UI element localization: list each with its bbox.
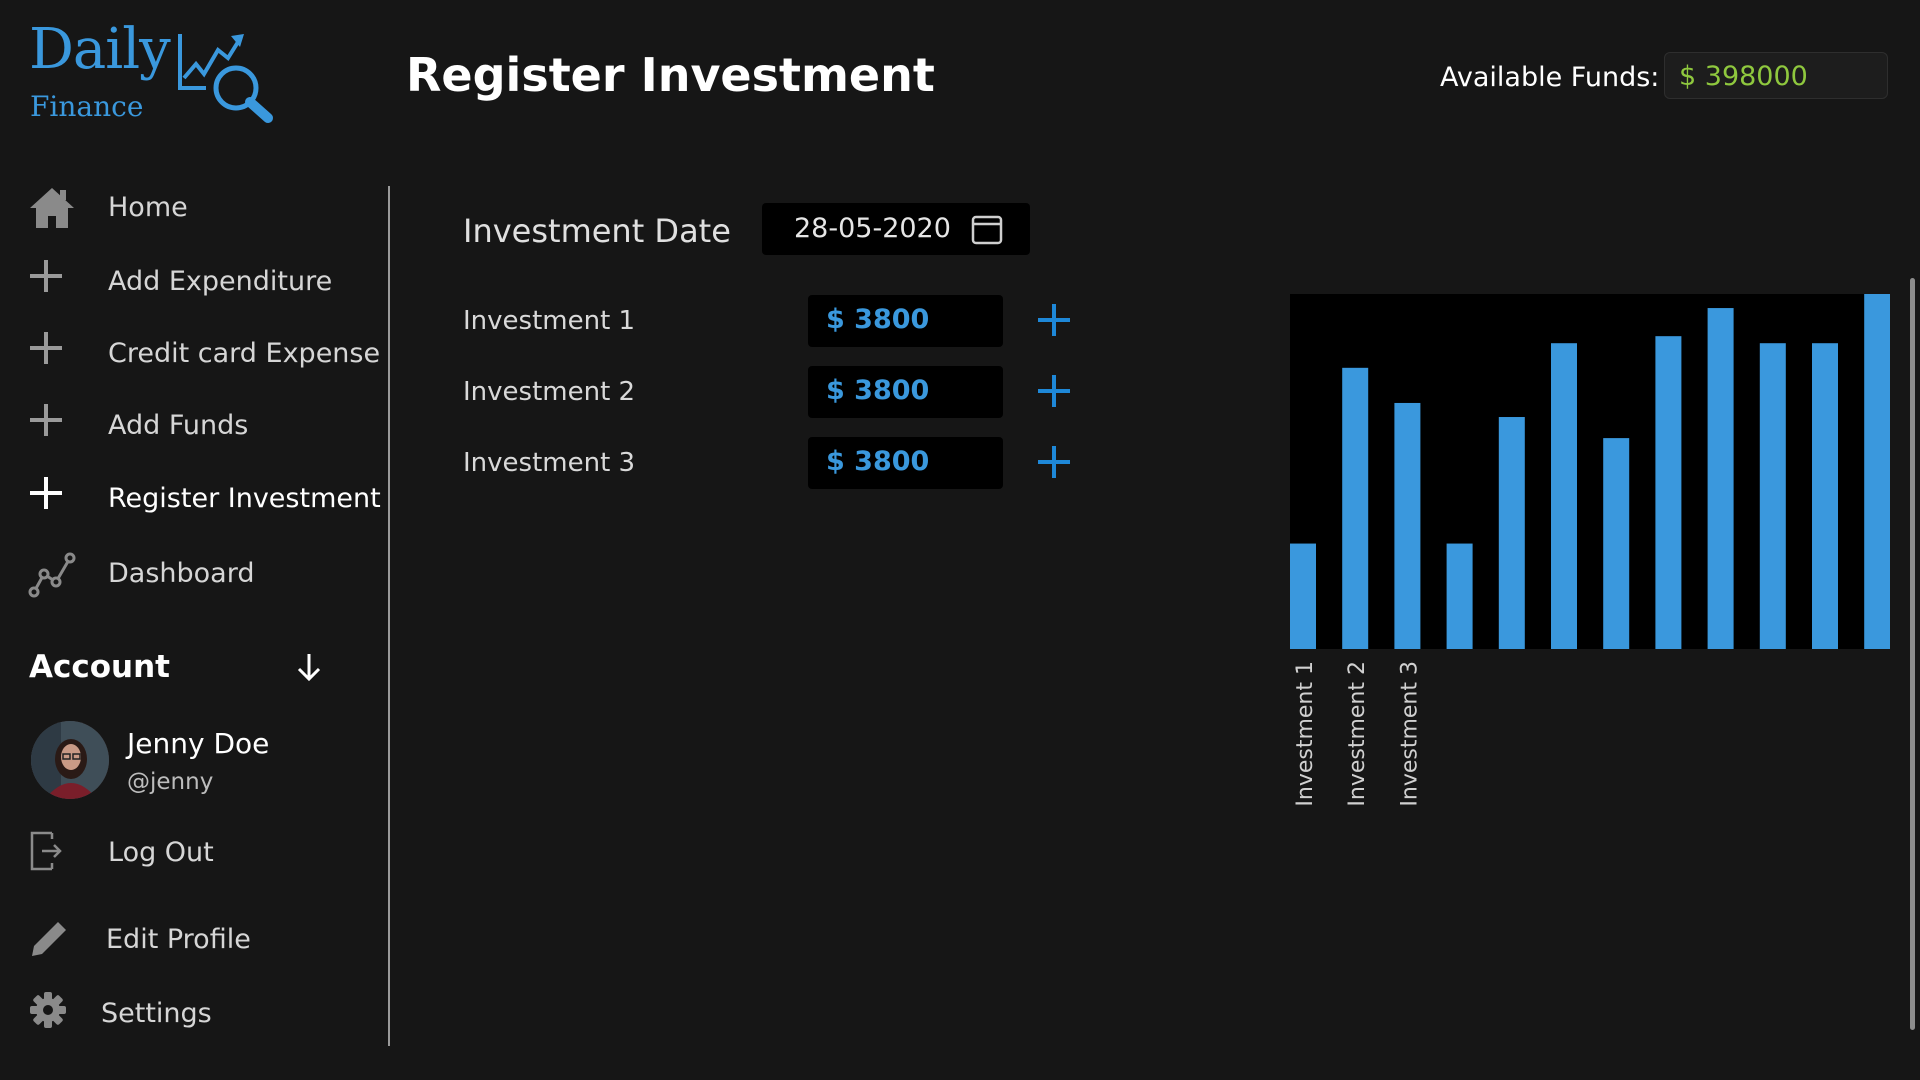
- sidebar-item-dashboard[interactable]: Dashboard: [28, 550, 388, 600]
- line-chart-icon: [28, 552, 76, 598]
- chart-bar: [1342, 367, 1369, 649]
- chart-bar: [1446, 543, 1473, 649]
- chart-tick-label: Investment 1: [1293, 661, 1318, 807]
- sidebar-item-credit-card-expense[interactable]: Credit card Expense: [28, 330, 388, 380]
- chart-plot-area: [1290, 294, 1890, 649]
- vertical-scrollbar[interactable]: [1910, 278, 1915, 1030]
- pencil-icon: [32, 922, 66, 956]
- investment-date-picker[interactable]: 28-05-2020: [762, 203, 1030, 255]
- logo-daily-text: Daily: [29, 17, 171, 82]
- investment-amount-value: $ 3800: [826, 375, 930, 406]
- plus-icon: [30, 260, 62, 292]
- sidebar-item-add-funds[interactable]: Add Funds: [28, 402, 388, 452]
- investment-date-label: Investment Date: [463, 212, 731, 250]
- logo-finance-text: Finance: [30, 90, 144, 123]
- edit-profile-label: Edit Profile: [106, 924, 251, 955]
- logout-label: Log Out: [108, 837, 214, 868]
- chart-bar: [1394, 402, 1421, 649]
- sidebar-item-label: Home: [108, 192, 188, 223]
- calendar-icon[interactable]: [970, 212, 1004, 246]
- logout-icon: [30, 831, 62, 871]
- investment-label: Investment 3: [463, 448, 636, 478]
- avatar[interactable]: [31, 721, 109, 799]
- chart-bar: [1498, 417, 1525, 649]
- plus-icon: [30, 332, 62, 364]
- investment-amount-field[interactable]: $ 3800: [808, 295, 1003, 347]
- chart-tick-label: Investment 3: [1397, 661, 1422, 807]
- user-handle: @jenny: [127, 769, 214, 795]
- investment-amount-value: $ 3800: [826, 446, 930, 477]
- sidebar-item-label: Dashboard: [108, 558, 255, 589]
- chart-tick-label: Investment 2: [1345, 661, 1370, 807]
- settings-label: Settings: [101, 998, 212, 1029]
- available-funds-display: $ 398000: [1664, 52, 1888, 99]
- investment-bar-chart: Investment 1 Investment 2 Investment 3: [1290, 294, 1890, 807]
- sidebar-divider: [388, 186, 390, 1046]
- chart-bar: [1290, 543, 1316, 649]
- logo-magnifier-chart-icon: [178, 34, 273, 123]
- add-investment-icon[interactable]: [1034, 371, 1074, 411]
- investment-amount-field[interactable]: $ 3800: [808, 437, 1003, 489]
- chart-bar: [1864, 294, 1890, 649]
- chart-bar: [1707, 308, 1734, 649]
- chart-bar: [1655, 336, 1682, 649]
- page-title: Register Investment: [406, 48, 935, 102]
- plus-icon: [30, 404, 62, 436]
- home-icon: [30, 188, 74, 228]
- add-investment-icon[interactable]: [1034, 442, 1074, 482]
- chart-bar: [1759, 343, 1786, 649]
- plus-icon: [30, 477, 62, 509]
- chart-bar: [1812, 343, 1838, 649]
- investment-amount-value: $ 3800: [826, 304, 930, 335]
- sidebar-item-register-investment[interactable]: Register Investment: [28, 475, 388, 525]
- avatar-image: [31, 721, 109, 799]
- sidebar-item-label: Add Expenditure: [108, 266, 333, 297]
- investment-date-value: 28-05-2020: [794, 213, 951, 244]
- sidebar-item-label: Register Investment: [108, 483, 381, 514]
- available-funds-value: $ 398000: [1679, 61, 1808, 92]
- sidebar-item-label: Credit card Expense: [108, 338, 381, 369]
- available-funds-label: Available Funds:: [1440, 62, 1660, 93]
- chart-bar: [1603, 438, 1630, 649]
- sidebar-item-label: Add Funds: [108, 410, 249, 441]
- sidebar-item-home[interactable]: Home: [28, 184, 388, 234]
- user-name: Jenny Doe: [127, 727, 270, 760]
- sidebar-item-add-expenditure[interactable]: Add Expenditure: [28, 258, 388, 308]
- settings-button[interactable]: Settings: [28, 990, 388, 1040]
- logout-button[interactable]: Log Out: [28, 829, 388, 879]
- investment-amount-field[interactable]: $ 3800: [808, 366, 1003, 418]
- investment-label: Investment 2: [463, 377, 636, 407]
- add-investment-icon[interactable]: [1034, 300, 1074, 340]
- investment-label: Investment 1: [463, 306, 636, 336]
- gear-icon: [30, 992, 66, 1028]
- edit-profile-button[interactable]: Edit Profile: [28, 916, 388, 966]
- chart-bar: [1551, 343, 1577, 649]
- account-heading: Account: [29, 649, 170, 685]
- arrow-down-icon[interactable]: [296, 652, 322, 682]
